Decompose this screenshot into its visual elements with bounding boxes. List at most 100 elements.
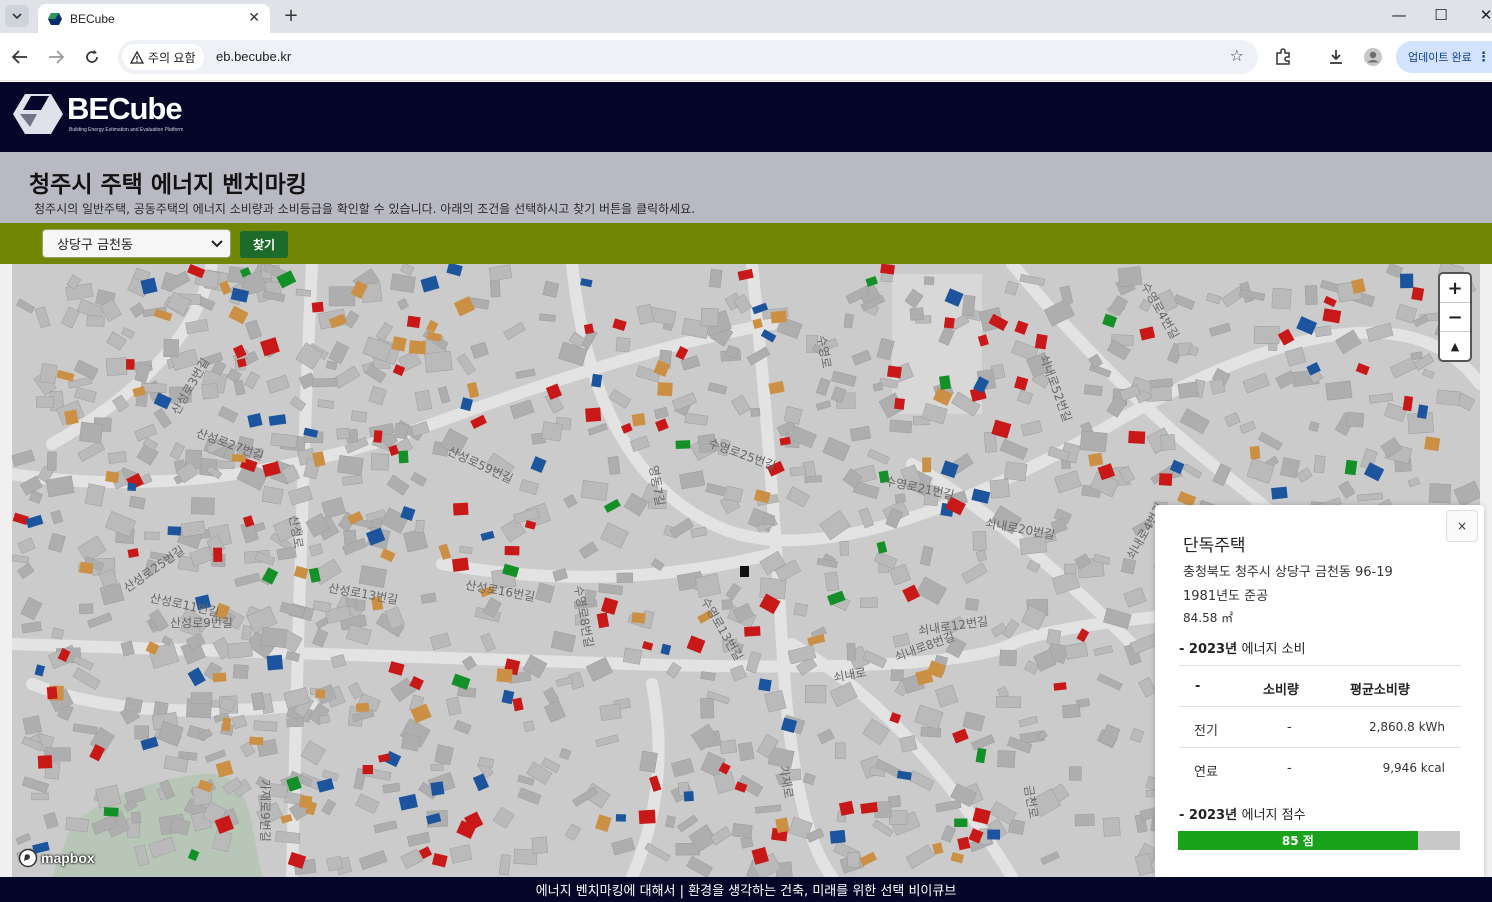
building-footprint — [616, 572, 634, 584]
benchmarked-building[interactable] — [1088, 452, 1104, 467]
benchmarked-building[interactable] — [504, 545, 520, 556]
benchmarked-building[interactable] — [585, 407, 602, 423]
benchmarked-building[interactable] — [583, 323, 595, 335]
benchmarked-building[interactable] — [1271, 486, 1288, 500]
benchmarked-building[interactable] — [453, 502, 469, 516]
mapbox-attribution[interactable]: mapbox — [18, 848, 95, 868]
benchmarked-building[interactable] — [221, 717, 232, 732]
building-footprint — [253, 720, 278, 732]
benchmarked-building[interactable] — [1411, 286, 1425, 301]
benchmarked-building[interactable] — [683, 791, 694, 802]
benchmarked-building[interactable] — [880, 264, 895, 275]
benchmarked-building[interactable] — [775, 817, 790, 834]
benchmarked-building[interactable] — [758, 678, 772, 692]
benchmarked-building[interactable] — [887, 365, 902, 379]
benchmarked-building[interactable] — [938, 375, 952, 390]
region-select[interactable]: 상당구 금천동 — [42, 229, 231, 258]
benchmarked-building[interactable] — [213, 547, 223, 563]
benchmarked-building[interactable] — [1128, 430, 1146, 444]
becube-logo-icon[interactable] — [13, 93, 63, 135]
zoom-in-button[interactable]: + — [1440, 274, 1470, 303]
benchmarked-building[interactable] — [355, 702, 370, 713]
benchmarked-building[interactable] — [1034, 333, 1048, 350]
benchmarked-building[interactable] — [496, 668, 513, 683]
benchmarked-building[interactable] — [657, 382, 673, 397]
menu-kebab-icon[interactable]: ⋮ — [1477, 50, 1490, 65]
benchmarked-building[interactable] — [631, 413, 646, 427]
benchmarked-building[interactable] — [315, 689, 326, 699]
benchmarked-building[interactable] — [838, 800, 855, 816]
building-footprint — [328, 286, 356, 307]
tab-close-icon[interactable]: ✕ — [248, 10, 260, 26]
benchmarked-building[interactable] — [615, 814, 626, 822]
benchmarked-building[interactable] — [64, 409, 79, 426]
benchmarked-building[interactable] — [591, 373, 603, 388]
benchmarked-building[interactable] — [631, 612, 646, 624]
benchmarked-building[interactable] — [46, 686, 58, 700]
benchmarked-building[interactable] — [451, 557, 470, 572]
extensions-icon[interactable] — [1273, 47, 1293, 67]
bookmark-star-icon[interactable]: ☆ — [1230, 46, 1244, 65]
benchmarked-building[interactable] — [1249, 445, 1261, 460]
benchmarked-building[interactable] — [829, 829, 846, 844]
benchmarked-building[interactable] — [430, 781, 445, 796]
benchmarked-building[interactable] — [37, 755, 53, 769]
benchmarked-building[interactable] — [105, 470, 120, 483]
benchmarked-building[interactable] — [1424, 436, 1441, 452]
popup-close-button[interactable]: × — [1446, 510, 1478, 542]
benchmarked-building[interactable] — [860, 801, 878, 814]
benchmarked-building[interactable] — [127, 482, 137, 492]
benchmarked-building[interactable] — [362, 764, 374, 775]
benchmarked-building[interactable] — [744, 626, 761, 637]
update-complete-button[interactable]: 업데이트 완료 ⋮ — [1396, 41, 1492, 73]
back-button[interactable] — [9, 46, 31, 68]
benchmarked-building[interactable] — [922, 457, 932, 473]
benchmarked-building[interactable] — [103, 807, 119, 817]
benchmarked-building[interactable] — [249, 736, 264, 746]
benchmarked-building[interactable] — [675, 440, 691, 450]
consumption-heading: - 2023년 에너지 소비 — [1179, 642, 1306, 657]
maximize-button[interactable]: ☐ — [1431, 6, 1451, 24]
benchmarked-building[interactable] — [954, 818, 968, 828]
minimize-button[interactable]: — — [1389, 6, 1409, 24]
footer-text[interactable]: 에너지 벤치마킹에 대해서 | 환경을 생각하는 건축, 미래를 위한 선택 비… — [536, 880, 957, 899]
benchmarked-building[interactable] — [126, 359, 135, 370]
forward-button[interactable] — [45, 46, 67, 68]
address-bar[interactable]: 주의 요함 eb.becube.kr ☆ — [118, 40, 1258, 74]
building-footprint — [894, 493, 906, 504]
active-tab[interactable]: BECube ✕ — [38, 4, 270, 33]
benchmarked-building[interactable] — [373, 430, 383, 443]
benchmarked-building[interactable] — [1158, 473, 1173, 486]
reload-button[interactable] — [81, 46, 103, 68]
benchmarked-building[interactable] — [770, 310, 788, 324]
benchmarked-building[interactable] — [79, 561, 94, 575]
benchmarked-building[interactable] — [1053, 682, 1067, 691]
building-footprint — [1083, 384, 1103, 397]
benchmarked-building[interactable] — [1400, 273, 1414, 289]
download-icon[interactable] — [1326, 47, 1346, 67]
selected-building[interactable] — [740, 566, 749, 577]
new-tab-button[interactable]: + — [281, 5, 301, 26]
benchmarked-building[interactable] — [638, 809, 656, 825]
benchmarked-building[interactable] — [167, 526, 182, 536]
benchmarked-building[interactable] — [398, 450, 409, 464]
building-footprint — [232, 664, 249, 680]
tab-search-button[interactable] — [5, 5, 29, 27]
benchmarked-building[interactable] — [1344, 459, 1358, 476]
benchmarked-building[interactable] — [987, 829, 1001, 840]
close-window-button[interactable]: ✕ — [1476, 6, 1492, 24]
security-chip[interactable]: 주의 요함 — [122, 44, 204, 70]
benchmarked-building[interactable] — [943, 317, 955, 329]
benchmarked-building[interactable] — [406, 315, 421, 329]
zoom-out-button[interactable]: − — [1440, 303, 1470, 332]
benchmarked-building[interactable] — [311, 301, 324, 313]
find-button[interactable]: 찾기 — [240, 231, 288, 258]
benchmarked-building[interactable] — [212, 672, 227, 683]
benchmarked-building[interactable] — [894, 398, 905, 410]
logo-text[interactable]: BECube — [67, 91, 183, 127]
compass-icon[interactable]: ▲ — [1440, 332, 1470, 361]
benchmarked-building[interactable] — [266, 654, 284, 671]
benchmarked-building[interactable] — [408, 340, 427, 355]
profile-avatar-icon[interactable] — [1363, 47, 1383, 67]
benchmarked-building[interactable] — [391, 336, 407, 352]
